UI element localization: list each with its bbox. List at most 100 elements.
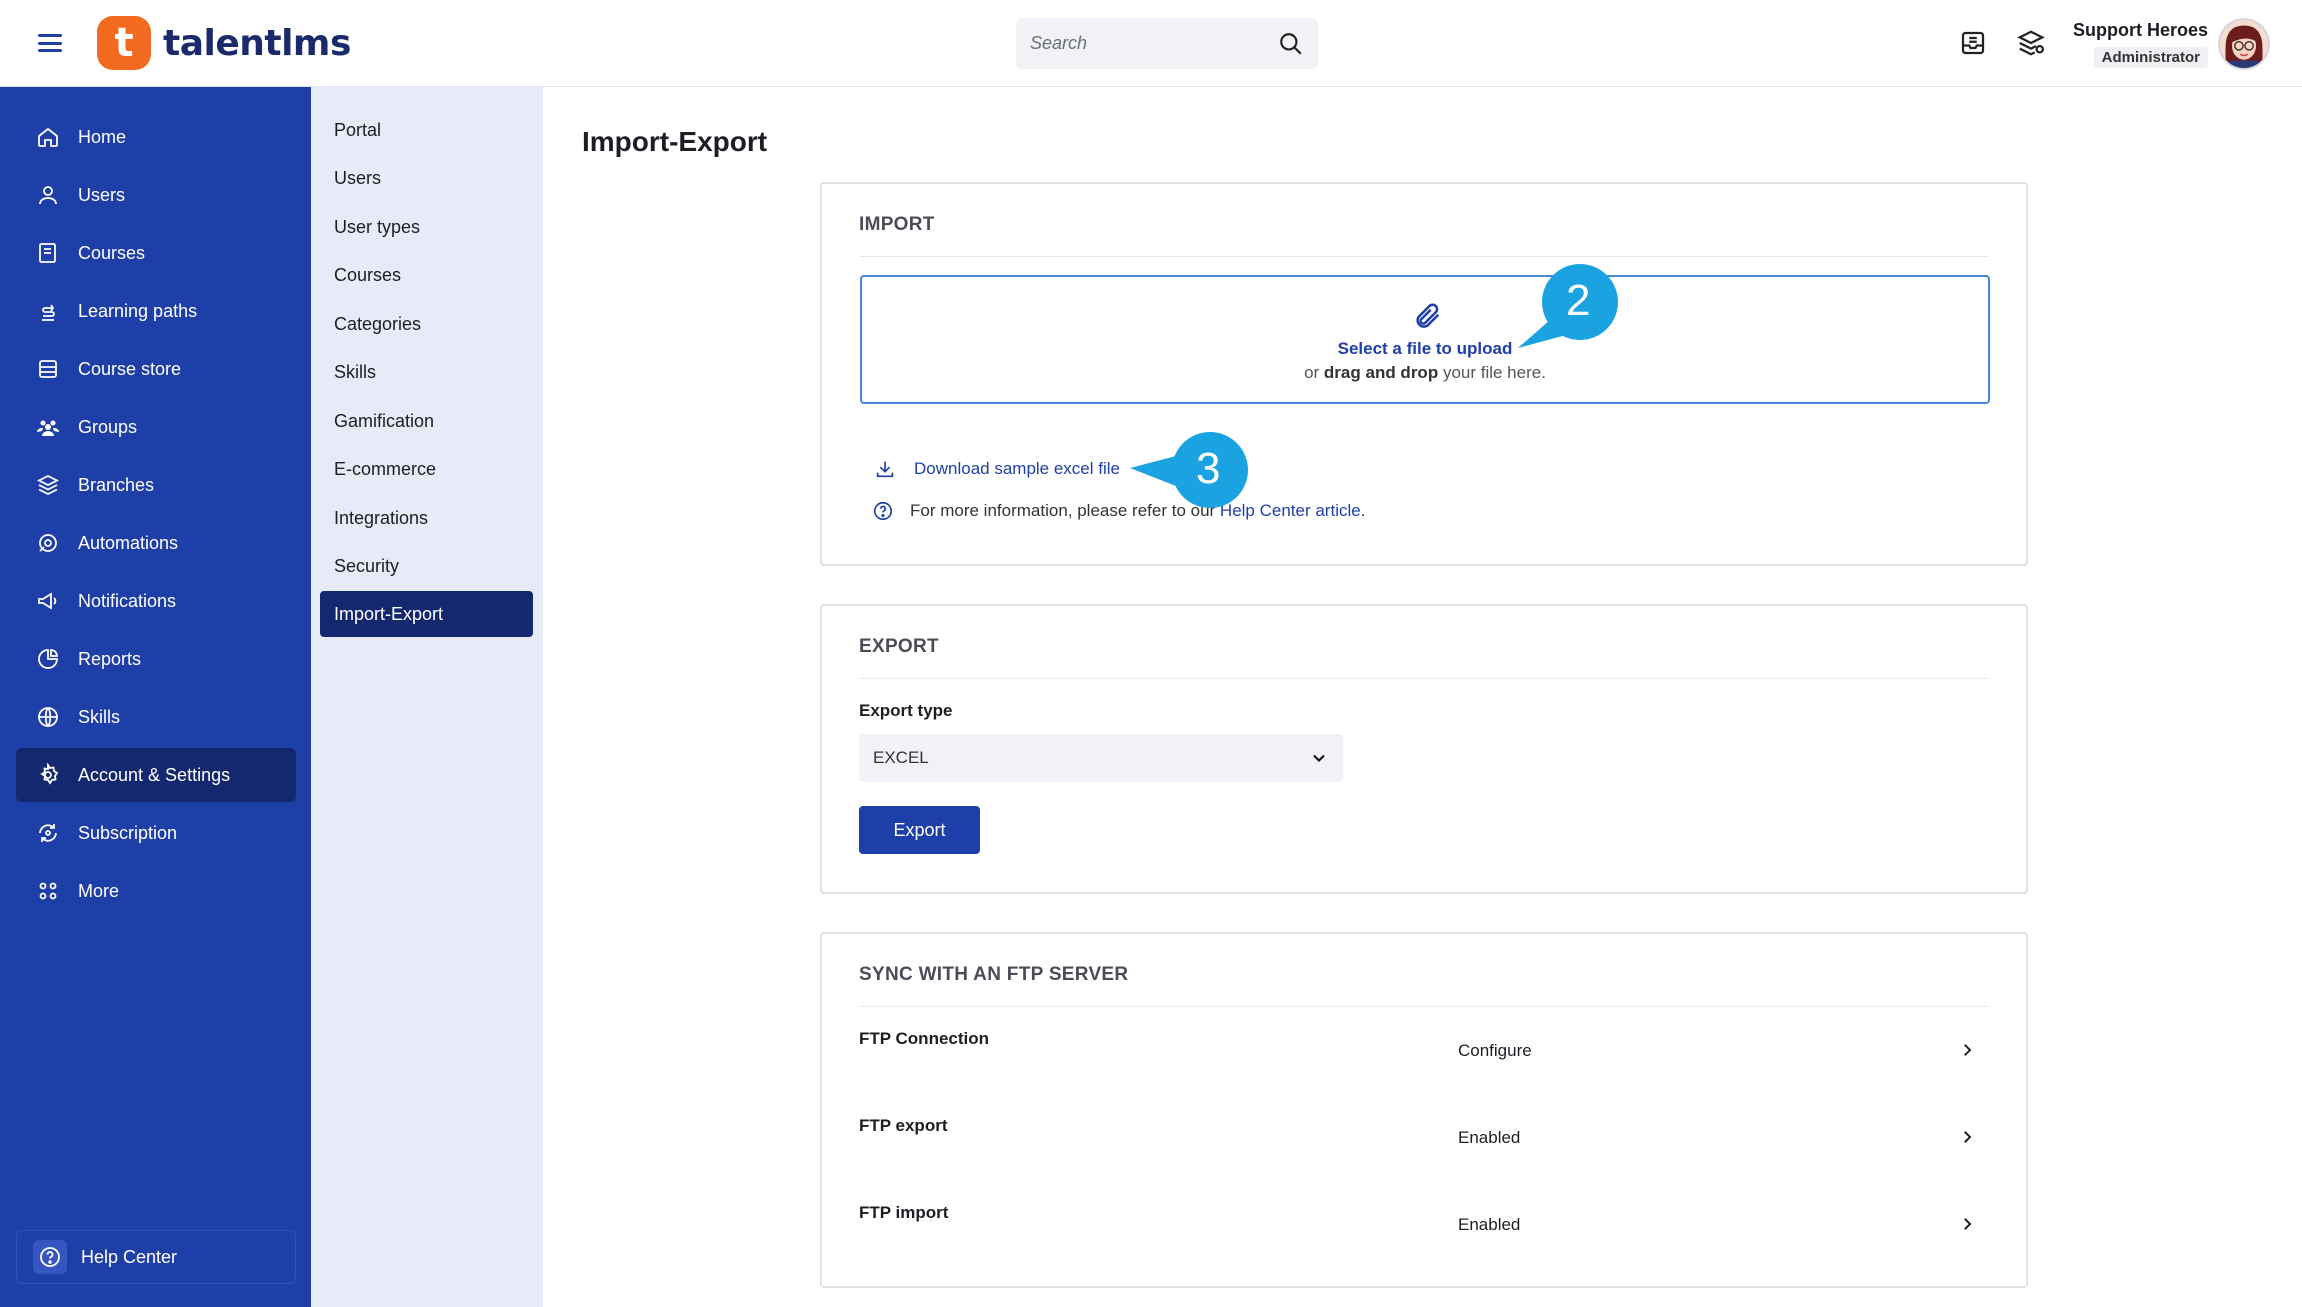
sidebar-item-label: Courses (78, 242, 146, 263)
megaphone-icon (38, 592, 57, 610)
ftp-card-title: SYNC WITH AN FTP SERVER (859, 964, 1129, 985)
help-center-label: Help Center (81, 1246, 178, 1267)
sidebar-item-course-store[interactable]: Course store (16, 342, 296, 396)
sidebar-item-label: Automations (78, 532, 179, 553)
avatar-image-icon (2220, 20, 2268, 68)
download-sample-link[interactable]: Download sample excel file (914, 459, 1120, 479)
settings-subnav: Portal Users User types Courses Categori… (311, 87, 543, 1307)
sidebar-item-home[interactable]: Home (16, 110, 296, 164)
book-icon (39, 243, 56, 263)
avatar[interactable] (2218, 18, 2270, 70)
layers-settings-icon[interactable] (2016, 28, 2046, 58)
ftp-export-row[interactable]: FTP export Enabled (822, 1116, 2026, 1176)
sidebar-item-label: Course store (78, 358, 182, 379)
search-box (1016, 18, 1318, 69)
callout-number: 2 (1566, 276, 1591, 325)
select-file-link[interactable]: Select a file to upload (862, 339, 1988, 359)
search-input[interactable] (1030, 33, 1278, 54)
home-icon (38, 127, 58, 147)
subnav-item-user-types[interactable]: User types (320, 204, 533, 250)
divider (859, 678, 1989, 679)
user-icon (39, 186, 57, 205)
import-card: IMPORT Select a file to upload or drag a… (820, 182, 2028, 566)
sidebar-item-skills[interactable]: Skills (16, 690, 296, 744)
grid-icon (39, 882, 57, 900)
sidebar-item-label: Users (78, 184, 126, 205)
sidebar-item-label: Skills (78, 706, 121, 727)
ftp-row-label: FTP import (859, 1203, 949, 1222)
sidebar-item-label: Reports (78, 648, 142, 669)
automation-icon (39, 534, 57, 552)
question-icon (873, 501, 893, 521)
subnav-item-integrations[interactable]: Integrations (320, 495, 533, 541)
download-icon (876, 461, 894, 478)
subnav-item-security[interactable]: Security (320, 543, 533, 589)
export-type-value: EXCEL (873, 748, 929, 767)
sidebar-item-automations[interactable]: Automations (16, 516, 296, 570)
callout-number: 3 (1196, 444, 1221, 493)
help-icon (33, 1240, 67, 1274)
export-card: EXPORT Export type EXCEL Export (820, 604, 2028, 894)
export-type-select[interactable]: EXCEL (859, 734, 1343, 782)
subnav-item-import-export[interactable]: Import-Export (320, 591, 533, 637)
export-type-label: Export type (859, 701, 953, 720)
search-icon[interactable] (1278, 31, 1304, 57)
sidebar: Home Users Courses Learning paths Course… (0, 87, 311, 1307)
subnav-item-users[interactable]: Users (320, 155, 533, 201)
file-upload-dropzone[interactable]: Select a file to upload or drag and drop… (860, 275, 1990, 404)
pie-chart-icon (38, 649, 58, 669)
subnav-item-categories[interactable]: Categories (320, 301, 533, 347)
top-bar: t talentlms Support Heroes Administrator (0, 0, 2302, 87)
export-button[interactable]: Export (859, 806, 980, 854)
step-callout-2: 2 (1512, 262, 1622, 352)
user-role-badge: Administrator (2093, 47, 2208, 68)
download-sample-row: Download sample excel file (874, 458, 1120, 480)
ftp-row-label: FTP Connection (859, 1029, 990, 1048)
sidebar-item-learning-paths[interactable]: Learning paths (16, 284, 296, 338)
ftp-card: SYNC WITH AN FTP SERVER FTP Connection C… (820, 932, 2028, 1288)
globe-icon (38, 707, 58, 727)
layers-icon (36, 474, 60, 496)
sidebar-item-label: More (78, 880, 120, 901)
groups-icon (37, 420, 59, 436)
sidebar-item-groups[interactable]: Groups (16, 400, 296, 454)
user-name: Support Heroes (2072, 20, 2208, 40)
help-center-button[interactable]: Help Center (16, 1230, 296, 1284)
sidebar-item-notifications[interactable]: Notifications (16, 574, 296, 628)
sidebar-item-courses[interactable]: Courses (16, 226, 296, 280)
sidebar-item-users[interactable]: Users (16, 168, 296, 222)
sidebar-item-label: Notifications (78, 590, 177, 611)
inbox-icon[interactable] (1958, 28, 1988, 58)
logo[interactable]: t talentlms (97, 16, 351, 70)
menu-toggle-icon[interactable] (36, 30, 64, 56)
ftp-import-row[interactable]: FTP import Enabled (822, 1203, 2026, 1263)
gear-icon (40, 763, 59, 785)
subnav-item-skills[interactable]: Skills (320, 349, 533, 395)
subnav-item-gamification[interactable]: Gamification (320, 398, 533, 444)
divider (859, 1006, 1989, 1007)
subnav-item-portal[interactable]: Portal (320, 107, 533, 153)
info-row: For more information, please refer to ou… (872, 500, 1365, 522)
ftp-row-label: FTP export (859, 1116, 948, 1135)
sidebar-item-account-settings[interactable]: Account & Settings (16, 748, 296, 802)
step-callout-3: 3 (1130, 430, 1250, 510)
subnav-item-ecommerce[interactable]: E-commerce (320, 446, 533, 492)
sidebar-item-branches[interactable]: Branches (16, 458, 296, 512)
ftp-row-value: Enabled (1458, 1128, 1521, 1147)
chevron-right-icon (1964, 1044, 1972, 1056)
refresh-icon (39, 824, 57, 842)
logo-text: talentlms (163, 22, 351, 64)
store-icon (39, 360, 57, 378)
sidebar-item-reports[interactable]: Reports (16, 632, 296, 686)
sidebar-item-more[interactable]: More (16, 864, 296, 918)
sidebar-item-label: Home (78, 126, 127, 147)
ftp-row-value: Configure (1458, 1041, 1532, 1060)
ftp-connection-row[interactable]: FTP Connection Configure (822, 1029, 2026, 1089)
user-info[interactable]: Support Heroes Administrator (2073, 20, 2208, 68)
path-icon (42, 304, 55, 321)
subnav-item-courses[interactable]: Courses (320, 252, 533, 298)
page-title: Import-Export (582, 126, 768, 157)
divider (859, 256, 1989, 257)
sidebar-item-subscription[interactable]: Subscription (16, 806, 296, 860)
hint-drag: drag and drop (1323, 363, 1439, 382)
